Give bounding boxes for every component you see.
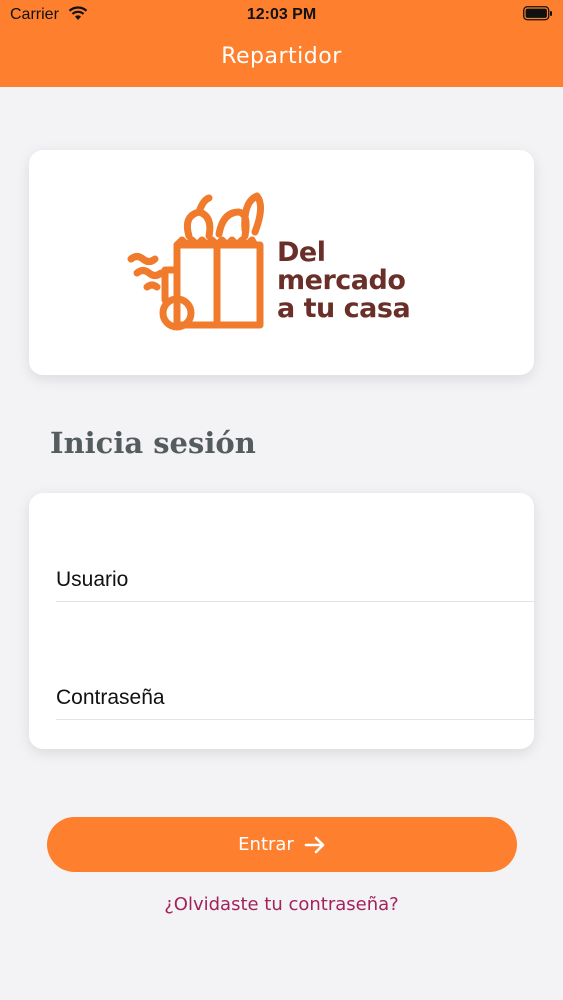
login-button[interactable]: Entrar bbox=[47, 817, 517, 872]
logo-line-1: Del bbox=[277, 237, 326, 268]
logo-wordmark: Del mercado a tu casa bbox=[277, 237, 411, 324]
username-field bbox=[56, 558, 534, 602]
status-bar: Carrier 12:03 PM bbox=[0, 0, 563, 30]
logo-card: Del mercado a tu casa bbox=[29, 150, 534, 375]
header-title: Repartidor bbox=[221, 44, 342, 69]
password-input[interactable] bbox=[56, 676, 534, 719]
top-header: Carrier 12:03 PM Repartidor bbox=[0, 0, 563, 87]
grocery-bag-cart-icon bbox=[127, 192, 264, 331]
password-field bbox=[56, 676, 534, 720]
status-time: 12:03 PM bbox=[246, 6, 317, 23]
login-button-label: Entrar bbox=[238, 834, 294, 855]
logo-line-3: a tu casa bbox=[277, 293, 411, 324]
username-input[interactable] bbox=[56, 558, 534, 601]
login-form-card bbox=[29, 493, 534, 749]
forgot-password-link[interactable]: ¿Olvidaste tu contraseña? bbox=[0, 894, 563, 915]
login-title: Inicia sesión bbox=[50, 426, 256, 460]
logo-line-2: mercado bbox=[277, 265, 406, 296]
arrow-right-icon bbox=[304, 836, 325, 853]
battery-icon bbox=[523, 6, 552, 21]
